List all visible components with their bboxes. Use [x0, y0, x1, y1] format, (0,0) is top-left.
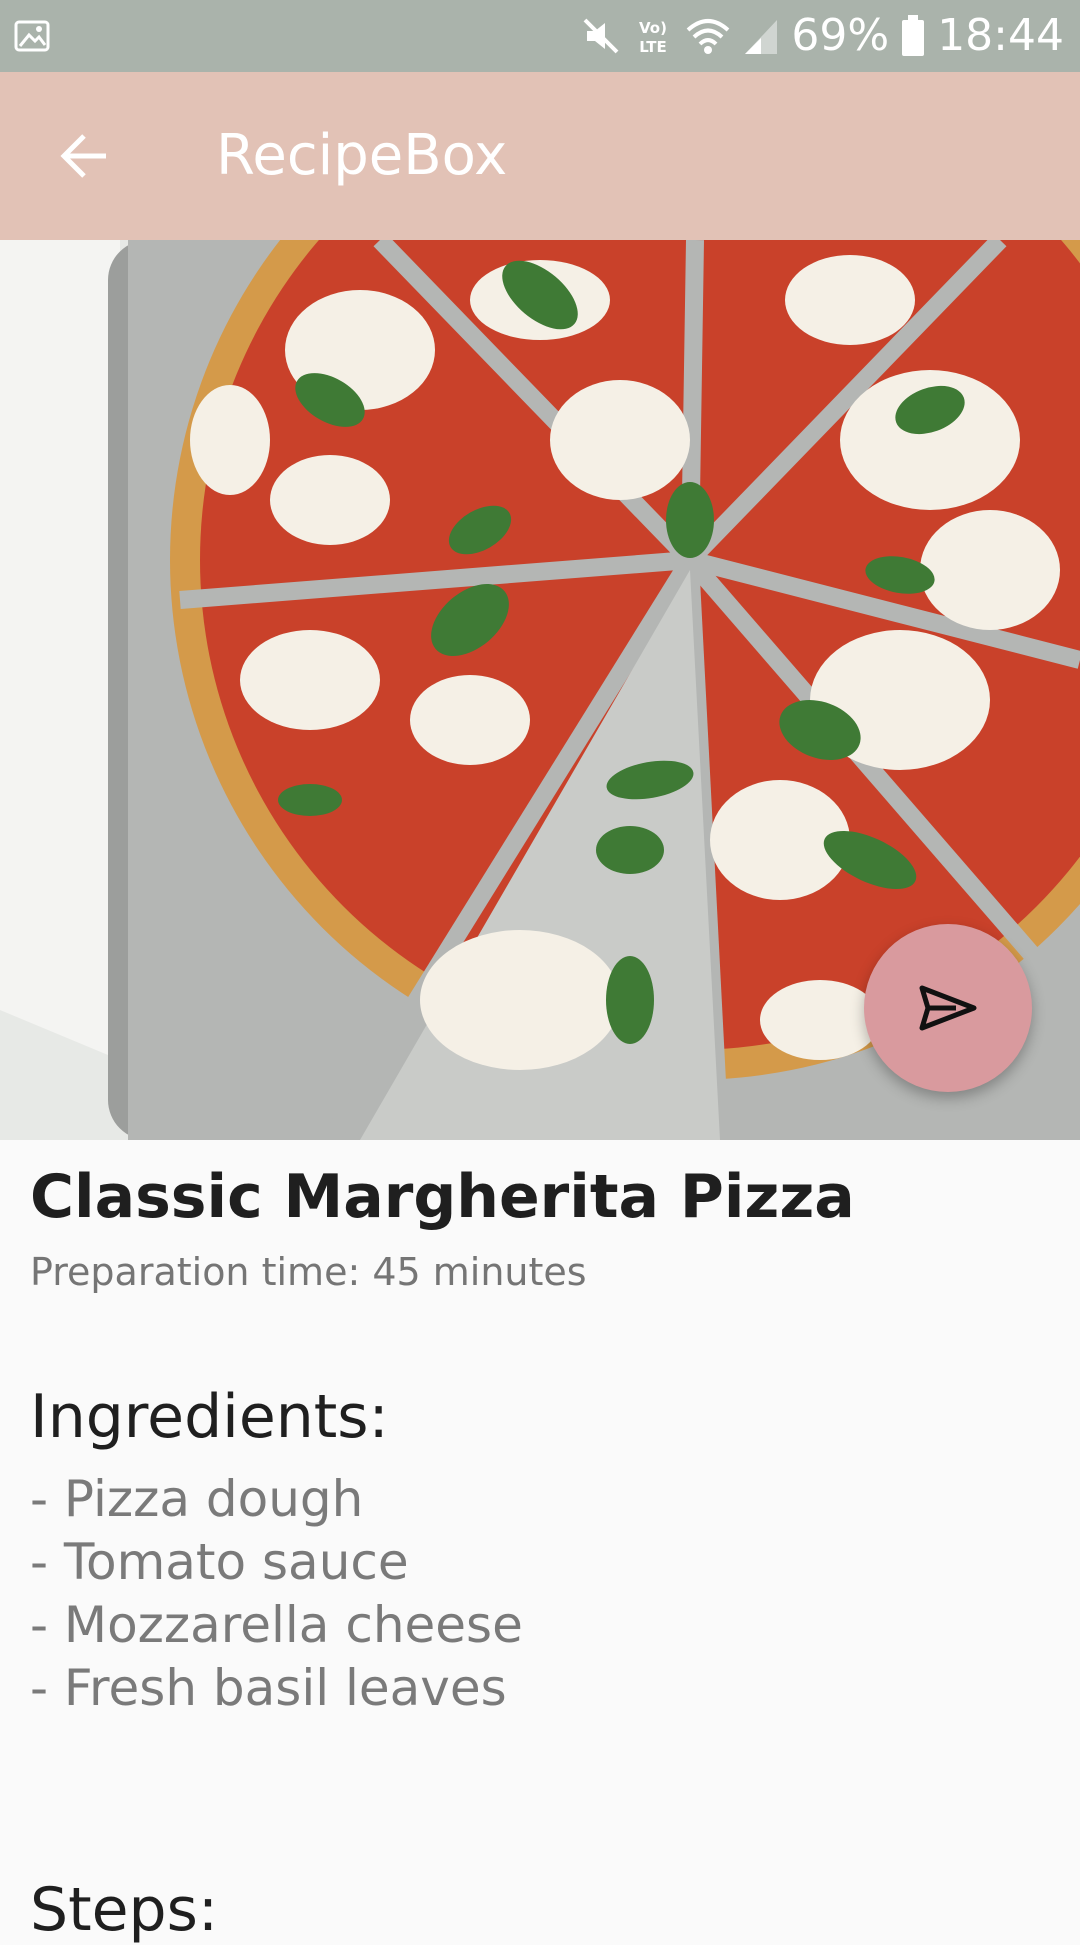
ingredients-list: - Pizza dough - Tomato sauce - Mozzarell… — [30, 1468, 523, 1720]
volte-icon: Vo) LTE — [639, 19, 668, 56]
arrow-left-icon — [60, 134, 106, 178]
ingredient-item: - Fresh basil leaves — [30, 1659, 507, 1717]
app-bar: RecipeBox — [0, 72, 1080, 240]
battery-percent: 69% — [791, 10, 890, 61]
back-button[interactable] — [44, 116, 124, 196]
ingredient-item: - Pizza dough — [30, 1470, 364, 1528]
clock: 18:44 — [937, 10, 1064, 61]
steps-heading: Steps: — [30, 1875, 219, 1945]
status-bar: Vo) LTE 69% 18:44 — [0, 0, 1080, 72]
ingredients-heading: Ingredients: — [30, 1382, 389, 1452]
mute-icon — [583, 18, 619, 54]
ingredient-item: - Mozzarella cheese — [30, 1596, 523, 1654]
svg-text:LTE: LTE — [640, 38, 668, 56]
svg-text:Vo): Vo) — [639, 19, 667, 37]
send-icon — [919, 985, 977, 1031]
share-fab-button[interactable] — [864, 924, 1032, 1092]
ingredient-item: - Tomato sauce — [30, 1533, 409, 1591]
gallery-icon — [14, 20, 50, 52]
wifi-icon — [687, 19, 730, 54]
preparation-time: Preparation time: 45 minutes — [30, 1250, 587, 1294]
signal-icon — [745, 20, 778, 54]
app-title: RecipeBox — [216, 123, 508, 188]
recipe-title: Classic Margherita Pizza — [30, 1162, 855, 1232]
battery-icon — [902, 15, 925, 56]
